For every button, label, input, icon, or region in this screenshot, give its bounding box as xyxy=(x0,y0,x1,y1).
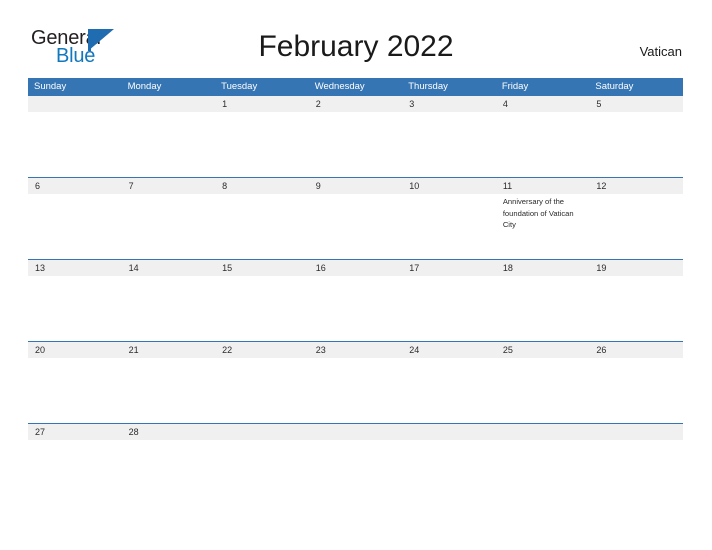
day-number[interactable]: 28 xyxy=(122,424,216,440)
day-cell-empty xyxy=(589,194,683,259)
day-number[interactable]: 2 xyxy=(309,96,403,112)
day-cell-empty xyxy=(309,112,403,177)
day-cell-empty xyxy=(122,440,216,505)
day-number[interactable]: 23 xyxy=(309,342,403,358)
day-cell-empty xyxy=(122,194,216,259)
day-number[interactable]: 13 xyxy=(28,260,122,276)
day-of-week-saturday: Saturday xyxy=(595,81,634,92)
day-of-week-monday: Monday xyxy=(127,81,162,92)
day-number[interactable]: 8 xyxy=(215,178,309,194)
day-of-week-friday: Friday xyxy=(501,81,529,92)
date-number-band: 20 21 22 23 24 25 26 xyxy=(28,341,683,358)
event-band: Anniversary of the foundation of Vatican… xyxy=(28,194,683,259)
date-number-band: 6 7 8 9 10 11 12 xyxy=(28,177,683,194)
day-number[interactable]: 25 xyxy=(496,342,590,358)
day-cell-empty xyxy=(215,358,309,423)
calendar-week-row: 6 7 8 9 10 11 12 Anniversary of the foundation … xyxy=(28,177,683,259)
day-number[interactable]: 20 xyxy=(28,342,122,358)
day-number[interactable]: 4 xyxy=(496,96,590,112)
day-of-week-thursday: Thursday xyxy=(408,81,448,92)
region-label: Vatican xyxy=(639,44,682,59)
event-band xyxy=(28,112,683,177)
day-number[interactable]: 11 xyxy=(496,178,590,194)
day-number-empty xyxy=(122,96,216,112)
day-cell-empty xyxy=(589,112,683,177)
day-number[interactable]: 17 xyxy=(402,260,496,276)
event-band xyxy=(28,440,683,505)
day-cell-empty xyxy=(402,112,496,177)
day-cell-empty xyxy=(28,112,122,177)
day-cell-empty xyxy=(122,112,216,177)
day-number-empty xyxy=(402,424,496,440)
day-cell-empty xyxy=(215,112,309,177)
calendar-grid: Sunday Monday Tuesday Wednesday Thursday… xyxy=(28,78,683,505)
day-cell-empty xyxy=(402,440,496,505)
day-cell-empty xyxy=(496,358,590,423)
day-number[interactable]: 22 xyxy=(215,342,309,358)
day-number-empty xyxy=(496,424,590,440)
date-number-band: 13 14 15 16 17 18 19 xyxy=(28,259,683,276)
day-number[interactable]: 26 xyxy=(589,342,683,358)
day-cell-empty xyxy=(28,194,122,259)
day-number-empty xyxy=(215,424,309,440)
day-cell-empty xyxy=(215,440,309,505)
day-cell-empty xyxy=(309,358,403,423)
day-of-week-tuesday: Tuesday xyxy=(221,81,258,92)
day-cell-empty xyxy=(496,276,590,341)
calendar-week-row: 27 28 xyxy=(28,423,683,505)
day-cell-empty xyxy=(402,194,496,259)
day-cell-empty xyxy=(402,276,496,341)
day-number[interactable]: 12 xyxy=(589,178,683,194)
page-title: February 2022 xyxy=(258,30,454,63)
event-band xyxy=(28,276,683,341)
page-header: General Blue February 2022 Vatican xyxy=(0,0,712,66)
day-cell-empty xyxy=(122,358,216,423)
day-number-empty xyxy=(28,96,122,112)
day-number[interactable]: 19 xyxy=(589,260,683,276)
day-cell-empty xyxy=(309,440,403,505)
day-number[interactable]: 18 xyxy=(496,260,590,276)
day-cell-empty xyxy=(28,276,122,341)
day-cell-empty xyxy=(122,276,216,341)
calendar-week-row: 12345 xyxy=(28,96,683,177)
calendar-weeks: 1 2 3 4 5 6 7 8 9 10 11 12 Anniversary of the founda… xyxy=(28,96,683,505)
day-cell-empty xyxy=(589,440,683,505)
day-of-week-sunday: Sunday xyxy=(34,81,67,92)
day-of-week-wednesday: Wednesday xyxy=(314,81,365,92)
day-cell-empty xyxy=(589,358,683,423)
event-band xyxy=(28,358,683,423)
day-number[interactable]: 21 xyxy=(122,342,216,358)
day-cell-empty xyxy=(28,440,122,505)
day-events[interactable]: Anniversary of the foundation of Vatican… xyxy=(496,194,590,259)
day-cell-empty xyxy=(589,276,683,341)
day-number[interactable]: 10 xyxy=(402,178,496,194)
day-number[interactable]: 16 xyxy=(309,260,403,276)
day-cell-empty xyxy=(496,112,590,177)
day-number[interactable]: 5 xyxy=(589,96,683,112)
day-cell-empty xyxy=(309,194,403,259)
day-number[interactable]: 9 xyxy=(309,178,403,194)
day-number[interactable]: 14 xyxy=(122,260,216,276)
day-number[interactable]: 3 xyxy=(402,96,496,112)
day-number-empty xyxy=(589,424,683,440)
day-number[interactable]: 7 xyxy=(122,178,216,194)
day-number-empty xyxy=(309,424,403,440)
calendar-week-row: 13 14 15 16 17 18 19 xyxy=(28,259,683,341)
calendar-week-row: 20 21 22 23 24 25 26 xyxy=(28,341,683,423)
day-number[interactable]: 27 xyxy=(28,424,122,440)
day-number[interactable]: 15 xyxy=(215,260,309,276)
day-number[interactable]: 24 xyxy=(402,342,496,358)
day-of-week-header: Sunday Monday Tuesday Wednesday Thursday… xyxy=(28,78,683,96)
day-cell-empty xyxy=(309,276,403,341)
date-number-band: 12345 xyxy=(28,96,683,112)
day-cell-empty xyxy=(402,358,496,423)
day-cell-empty xyxy=(496,440,590,505)
day-number[interactable]: 6 xyxy=(28,178,122,194)
day-cell-empty xyxy=(215,276,309,341)
day-cell-empty xyxy=(215,194,309,259)
date-number-band: 27 28 xyxy=(28,423,683,440)
event-label: Anniversary of the foundation of Vatican… xyxy=(502,197,574,229)
day-number[interactable]: 1 xyxy=(215,96,309,112)
day-cell-empty xyxy=(28,358,122,423)
